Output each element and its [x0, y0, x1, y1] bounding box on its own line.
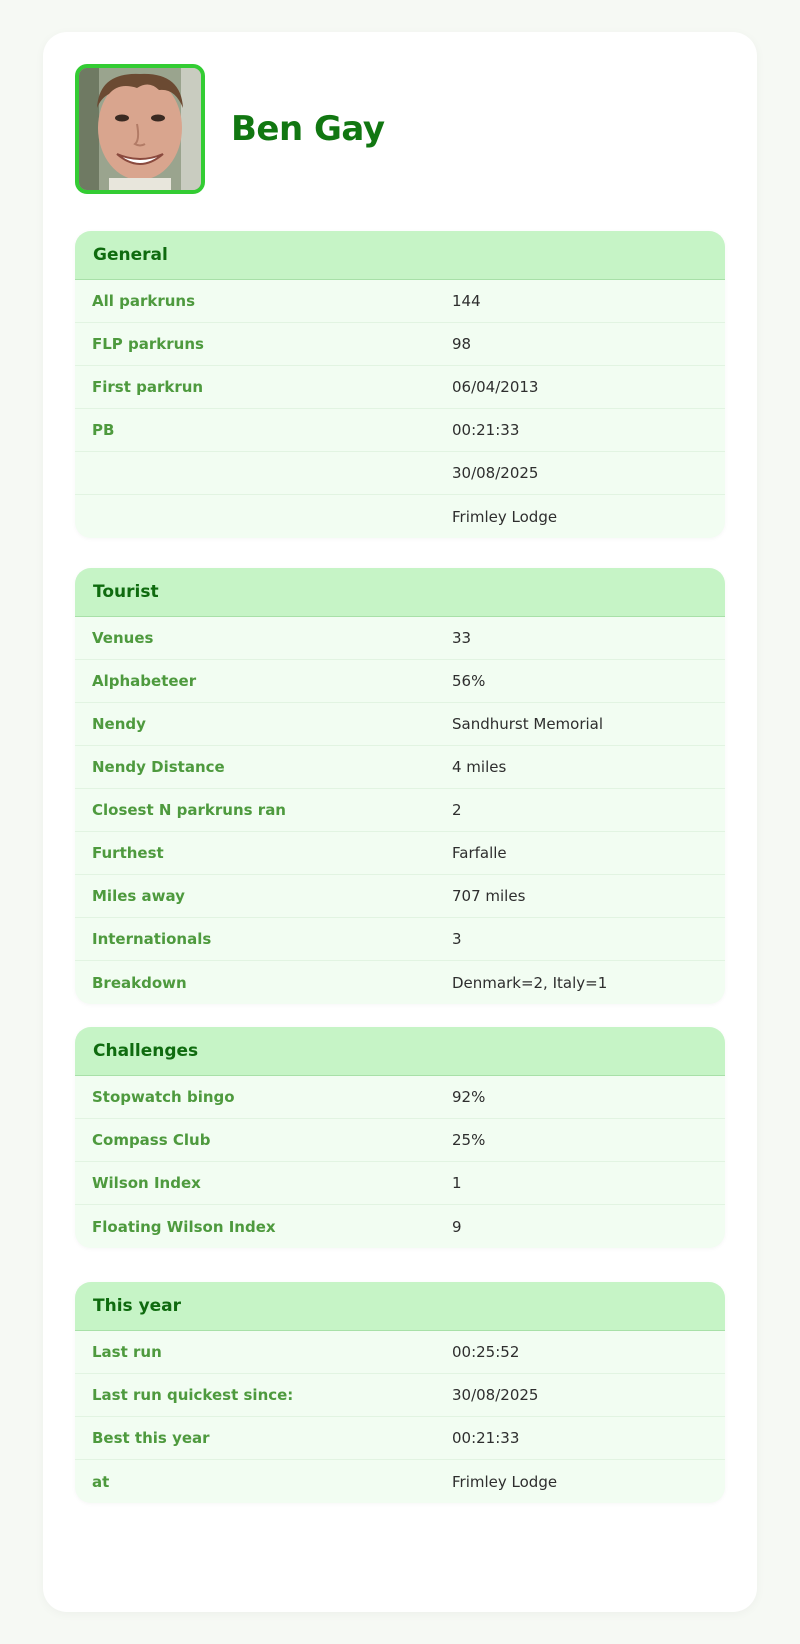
- stat-row: Venues 33: [75, 617, 725, 660]
- stat-value: 4 miles: [452, 758, 507, 776]
- stat-label: Venues: [92, 629, 154, 647]
- section-general: General All parkruns 144 FLP parkruns 98 Firs…: [75, 231, 725, 538]
- stat-label: Alphabeteer: [92, 672, 197, 690]
- stat-value: 00:21:33: [452, 421, 520, 439]
- runner-name: Ben Gay: [231, 109, 385, 149]
- stat-row: at Frimley Lodge: [75, 1460, 725, 1503]
- stat-row: Miles away 707 miles: [75, 875, 725, 918]
- stat-value: 2: [452, 801, 462, 819]
- section-title: Tourist: [75, 568, 725, 617]
- stat-value: 92%: [452, 1088, 486, 1106]
- stat-label: Stopwatch bingo: [92, 1088, 235, 1106]
- stat-value: Sandhurst Memorial: [452, 715, 604, 733]
- stat-label: Best this year: [92, 1429, 210, 1447]
- stat-value: 144: [452, 292, 481, 310]
- profile-card: Ben Gay General All parkruns 144 FLP parkru…: [43, 32, 757, 1612]
- stat-label: Wilson Index: [92, 1174, 201, 1192]
- stat-row: Furthest Farfalle: [75, 832, 725, 875]
- stat-label: Nendy Distance: [92, 758, 225, 776]
- stat-row: Last run quickest since: 30/08/2025: [75, 1374, 725, 1417]
- stat-row: FLP parkruns 98: [75, 323, 725, 366]
- stat-label: Furthest: [92, 844, 164, 862]
- stat-value: 30/08/2025: [452, 1386, 539, 1404]
- stat-value: 9: [452, 1217, 462, 1236]
- stat-value: 98: [452, 335, 472, 353]
- section-tourist: Tourist Venues 33 Alphabeteer 56% Nendy Sandhu…: [75, 568, 725, 1004]
- stat-value: 3: [452, 930, 462, 948]
- stat-label: FLP parkruns: [92, 335, 204, 353]
- stat-value: Frimley Lodge: [452, 507, 558, 526]
- stat-row: Nendy Sandhurst Memorial: [75, 703, 725, 746]
- stat-value: 00:21:33: [452, 1429, 520, 1447]
- stat-value: 707 miles: [452, 887, 526, 905]
- stat-value: 30/08/2025: [452, 464, 539, 482]
- stat-label: Internationals: [92, 930, 212, 948]
- stat-label: Last run: [92, 1343, 162, 1361]
- stat-label: All parkruns: [92, 292, 196, 310]
- stat-value: Farfalle: [452, 844, 507, 862]
- stat-row: Alphabeteer 56%: [75, 660, 725, 703]
- stat-label: Closest N parkruns ran: [92, 801, 286, 819]
- section-this-year: This year Last run 00:25:52 Last run quicke…: [75, 1282, 725, 1503]
- stat-row: Stopwatch bingo 92%: [75, 1076, 725, 1119]
- stat-label: First parkrun: [92, 378, 204, 396]
- stat-row: All parkruns 144: [75, 280, 725, 323]
- section-title: This year: [75, 1282, 725, 1331]
- stat-row: Breakdown Denmark=2, Italy=1: [75, 961, 725, 1004]
- stat-row: Last run 00:25:52: [75, 1331, 725, 1374]
- stat-label: Last run quickest since:: [92, 1386, 294, 1404]
- stat-row: Floating Wilson Index 9: [75, 1205, 725, 1248]
- stat-label: Miles away: [92, 887, 185, 905]
- stat-label: at: [92, 1472, 110, 1491]
- stat-label: Nendy: [92, 715, 146, 733]
- section-title: Challenges: [75, 1027, 725, 1076]
- stat-row: Closest N parkruns ran 2: [75, 789, 725, 832]
- stat-value: 33: [452, 629, 472, 647]
- stat-row: Best this year 00:21:33: [75, 1417, 725, 1460]
- stat-value: 25%: [452, 1131, 486, 1149]
- stat-value: 1: [452, 1174, 462, 1192]
- avatar: [75, 64, 205, 194]
- stat-value: 06/04/2013: [452, 378, 539, 396]
- stat-label: Breakdown: [92, 973, 187, 992]
- stat-value: 56%: [452, 672, 486, 690]
- stat-row: First parkrun 06/04/2013: [75, 366, 725, 409]
- stat-label: PB: [92, 421, 115, 439]
- section-title: General: [75, 231, 725, 280]
- stat-row: Compass Club 25%: [75, 1119, 725, 1162]
- section-challenges: Challenges Stopwatch bingo 92% Compass Club…: [75, 1027, 725, 1248]
- person-photo-icon: [79, 68, 201, 190]
- stat-row: Wilson Index 1: [75, 1162, 725, 1205]
- stat-row: Frimley Lodge: [75, 495, 725, 538]
- stat-label: Floating Wilson Index: [92, 1217, 276, 1236]
- stat-row: Nendy Distance 4 miles: [75, 746, 725, 789]
- stat-row: PB 00:21:33: [75, 409, 725, 452]
- stat-value: Frimley Lodge: [452, 1472, 558, 1491]
- stat-value: 00:25:52: [452, 1343, 520, 1361]
- stat-label: Compass Club: [92, 1131, 211, 1149]
- stat-row: Internationals 3: [75, 918, 725, 961]
- stat-row: 30/08/2025: [75, 452, 725, 495]
- profile-header: Ben Gay: [75, 64, 385, 194]
- stat-value: Denmark=2, Italy=1: [452, 973, 608, 992]
